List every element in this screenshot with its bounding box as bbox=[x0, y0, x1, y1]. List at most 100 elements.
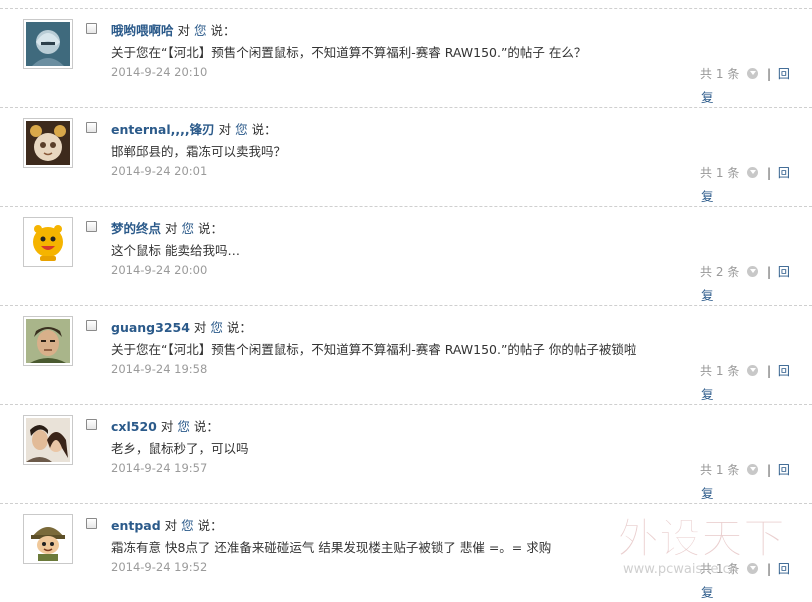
list-item: 哦哟喂啊哈 对 您 说： 关于您在“【河北】预售个闲置鼠标，不知道算不算福利-赛… bbox=[0, 8, 812, 107]
expand-arrow-icon[interactable] bbox=[747, 266, 759, 277]
count-suffix: 条 bbox=[727, 562, 740, 576]
you-label: 您 bbox=[194, 23, 207, 38]
reply-meta: 共 1 条 | 回 bbox=[700, 461, 790, 478]
comment-list: 哦哟喂啊哈 对 您 说： 关于您在“【河北】预售个闲置鼠标，不知道算不算福利-赛… bbox=[0, 0, 812, 601]
said-label: 说： bbox=[197, 518, 223, 533]
reply-link-second[interactable]: 复 bbox=[701, 483, 714, 502]
reply-link-first[interactable]: 回 bbox=[778, 166, 790, 180]
list-item: guang3254 对 您 说： 关于您在“【河北】预售个闲置鼠标，不知道算不算… bbox=[0, 305, 812, 404]
username-link[interactable]: guang3254 bbox=[111, 320, 190, 335]
said-label: 说： bbox=[198, 221, 224, 236]
said-label: 说： bbox=[193, 419, 219, 434]
reply-link-second[interactable]: 复 bbox=[701, 582, 714, 601]
reply-count: 1 bbox=[715, 463, 724, 477]
select-checkbox[interactable] bbox=[86, 122, 97, 133]
separator: | bbox=[766, 562, 772, 576]
to-label: 对 bbox=[164, 518, 178, 533]
separator: | bbox=[766, 67, 772, 81]
count-suffix: 条 bbox=[727, 67, 740, 81]
avatar[interactable] bbox=[23, 19, 73, 69]
comment-message: 霜冻有意 快8点了 还准备来碰碰运气 结果发现楼主贴子被锁了 悲催 =。= 求购 bbox=[111, 540, 552, 555]
to-label: 对 bbox=[193, 320, 207, 335]
comment-time: 2014-9-24 19:58 bbox=[111, 362, 208, 376]
to-label: 对 bbox=[165, 221, 178, 236]
comment-header: entpad 对 您 说： bbox=[111, 515, 223, 534]
reply-meta: 共 1 条 | 回 bbox=[700, 65, 790, 82]
reply-meta: 共 2 条 | 回 bbox=[700, 263, 790, 280]
count-prefix: 共 bbox=[700, 463, 713, 477]
comment-time: 2014-9-24 20:10 bbox=[111, 65, 208, 79]
count-suffix: 条 bbox=[727, 463, 740, 477]
avatar[interactable] bbox=[23, 217, 73, 267]
knight-helmet-avatar-icon bbox=[26, 22, 70, 66]
count-suffix: 条 bbox=[727, 364, 740, 378]
username-link[interactable]: 梦的终点 bbox=[111, 221, 161, 236]
comment-time: 2014-9-24 19:52 bbox=[111, 560, 208, 574]
count-prefix: 共 bbox=[700, 364, 713, 378]
comment-message: 这个鼠标 能卖给我吗… bbox=[111, 243, 240, 258]
soldier-cartoon-avatar-icon bbox=[26, 517, 70, 561]
to-label: 对 bbox=[218, 122, 232, 137]
anime-man-avatar-icon bbox=[26, 319, 70, 363]
said-label: 说： bbox=[226, 320, 252, 335]
reply-count: 1 bbox=[715, 67, 724, 81]
reply-link-first[interactable]: 回 bbox=[778, 562, 790, 576]
username-link[interactable]: entpad bbox=[111, 518, 161, 533]
reply-link-first[interactable]: 回 bbox=[778, 265, 790, 279]
select-checkbox[interactable] bbox=[86, 23, 97, 34]
reply-meta: 共 1 条 | 回 bbox=[700, 164, 790, 181]
reply-link-second[interactable]: 复 bbox=[701, 186, 714, 205]
reply-link-first[interactable]: 回 bbox=[778, 364, 790, 378]
select-checkbox[interactable] bbox=[86, 518, 97, 529]
couple-photo-avatar-icon bbox=[26, 418, 70, 462]
list-item: cxl520 对 您 说： 老乡，鼠标秒了，可以吗 2014-9-24 19:5… bbox=[0, 404, 812, 503]
expand-arrow-icon[interactable] bbox=[747, 563, 759, 574]
you-label: 您 bbox=[210, 320, 223, 335]
expand-arrow-icon[interactable] bbox=[747, 464, 759, 475]
comment-header: enternal,,,,锋刃 对 您 说： bbox=[111, 119, 277, 138]
comment-time: 2014-9-24 19:57 bbox=[111, 461, 208, 475]
comment-message: 关于您在“【河北】预售个闲置鼠标，不知道算不算福利-赛睿 RAW150.”的帖子… bbox=[111, 45, 587, 60]
list-item: entpad 对 您 说： 霜冻有意 快8点了 还准备来碰碰运气 结果发现楼主贴… bbox=[0, 503, 812, 602]
comment-message: 关于您在“【河北】预售个闲置鼠标，不知道算不算福利-赛睿 RAW150.”的帖子… bbox=[111, 342, 637, 357]
count-prefix: 共 bbox=[700, 562, 713, 576]
select-checkbox[interactable] bbox=[86, 221, 97, 232]
count-prefix: 共 bbox=[700, 67, 713, 81]
count-prefix: 共 bbox=[700, 166, 713, 180]
comment-message: 邯郸邱县的，霜冻可以卖我吗？ bbox=[111, 144, 287, 159]
separator: | bbox=[766, 265, 772, 279]
comment-header: 梦的终点 对 您 说： bbox=[111, 218, 223, 237]
avatar[interactable] bbox=[23, 316, 73, 366]
reply-count: 2 bbox=[715, 265, 724, 279]
reply-link-second[interactable]: 复 bbox=[701, 384, 714, 403]
reply-link-second[interactable]: 复 bbox=[701, 285, 714, 304]
reply-count: 1 bbox=[715, 562, 724, 576]
reply-link-first[interactable]: 回 bbox=[778, 67, 790, 81]
select-checkbox[interactable] bbox=[86, 320, 97, 331]
said-label: 说： bbox=[251, 122, 277, 137]
you-label: 您 bbox=[181, 518, 194, 533]
avatar[interactable] bbox=[23, 415, 73, 465]
reply-link-second[interactable]: 复 bbox=[701, 87, 714, 106]
expand-arrow-icon[interactable] bbox=[747, 68, 759, 79]
reply-link-first[interactable]: 回 bbox=[778, 463, 790, 477]
username-link[interactable]: 哦哟喂啊哈 bbox=[111, 23, 174, 38]
said-label: 说： bbox=[210, 23, 236, 38]
expand-arrow-icon[interactable] bbox=[747, 167, 759, 178]
separator: | bbox=[766, 463, 772, 477]
yellow-mascot-avatar-icon bbox=[26, 220, 70, 264]
list-item: enternal,,,,锋刃 对 您 说： 邯郸邱县的，霜冻可以卖我吗？ 201… bbox=[0, 107, 812, 206]
avatar[interactable] bbox=[23, 118, 73, 168]
username-link[interactable]: enternal,,,,锋刃 bbox=[111, 122, 215, 137]
expand-arrow-icon[interactable] bbox=[747, 365, 759, 376]
list-item: 梦的终点 对 您 说： 这个鼠标 能卖给我吗… 2014-9-24 20:00 … bbox=[0, 206, 812, 305]
avatar[interactable] bbox=[23, 514, 73, 564]
comment-header: 哦哟喂啊哈 对 您 说： bbox=[111, 20, 236, 39]
reply-meta: 共 1 条 | 回 bbox=[700, 362, 790, 379]
username-link[interactable]: cxl520 bbox=[111, 419, 157, 434]
separator: | bbox=[766, 166, 772, 180]
reply-count: 1 bbox=[715, 364, 724, 378]
to-label: 对 bbox=[177, 23, 191, 38]
comment-header: guang3254 对 您 说： bbox=[111, 317, 252, 336]
select-checkbox[interactable] bbox=[86, 419, 97, 430]
